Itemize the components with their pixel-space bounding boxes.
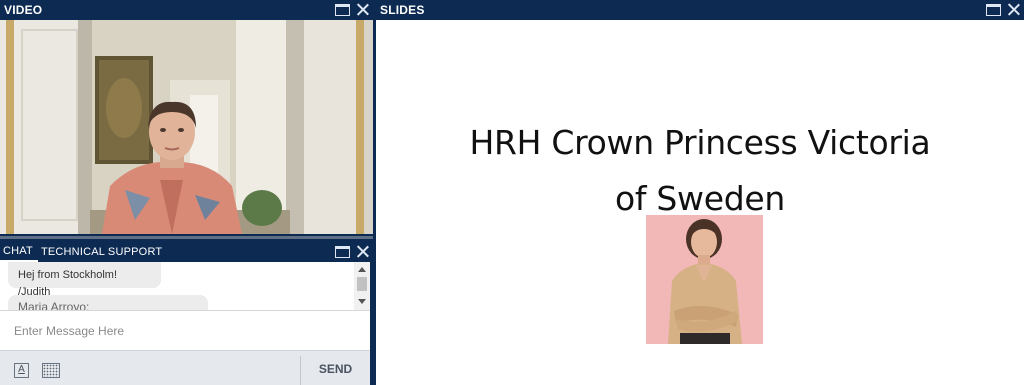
send-button[interactable]: SEND — [301, 351, 370, 385]
close-icon[interactable] — [1007, 3, 1020, 16]
chat-message: Hej from Stockholm! /Judith — [8, 262, 161, 298]
video-frame — [0, 20, 373, 234]
chat-message-input[interactable] — [0, 311, 370, 350]
chat-message: Maria Arroyo: — [8, 295, 208, 310]
slides-panel-title: SLIDES — [380, 3, 425, 17]
video-window-controls — [335, 3, 369, 16]
scroll-down-icon[interactable] — [358, 299, 366, 304]
maximize-icon[interactable] — [335, 245, 350, 258]
chat-window-controls — [335, 245, 369, 258]
slides-window-controls — [986, 3, 1020, 16]
slide-heading-line-1: HRH Crown Princess Victoria — [469, 123, 931, 162]
video-panel-header: VIDEO — [0, 0, 373, 20]
scroll-thumb[interactable] — [357, 277, 367, 291]
video-player[interactable] — [0, 20, 373, 234]
close-icon[interactable] — [356, 3, 369, 16]
portrait-image — [646, 215, 763, 344]
slide-viewer: HRH Crown Princess Victoria of Sweden — [376, 20, 1024, 385]
maximize-icon[interactable] — [986, 3, 1001, 16]
chat-toolbar: A SEND — [0, 350, 370, 385]
font-format-icon[interactable]: A — [14, 363, 29, 378]
slides-panel-header: SLIDES — [376, 0, 1024, 20]
panel-border — [370, 262, 373, 385]
calendar-icon[interactable] — [42, 363, 60, 378]
portrait-photo — [646, 215, 763, 344]
slide-heading: HRH Crown Princess Victoria of Sweden — [376, 115, 1024, 227]
maximize-icon[interactable] — [335, 3, 350, 16]
chat-scrollbar[interactable] — [354, 262, 370, 310]
app-window: VIDEO CHAT TECHNICAL SUPPORT Hej from St… — [0, 0, 1024, 385]
video-panel-title: VIDEO — [4, 3, 43, 17]
panel-splitter[interactable] — [0, 234, 373, 242]
scroll-up-icon[interactable] — [358, 267, 366, 272]
chat-message-list[interactable]: Hej from Stockholm! /Judith Maria Arroyo… — [0, 262, 370, 310]
close-icon[interactable] — [356, 245, 369, 258]
tab-chat[interactable]: CHAT — [0, 242, 38, 262]
tab-technical-support[interactable]: TECHNICAL SUPPORT — [38, 242, 167, 262]
chat-panel-header: CHAT TECHNICAL SUPPORT — [0, 242, 373, 262]
chat-input-container — [0, 310, 370, 350]
